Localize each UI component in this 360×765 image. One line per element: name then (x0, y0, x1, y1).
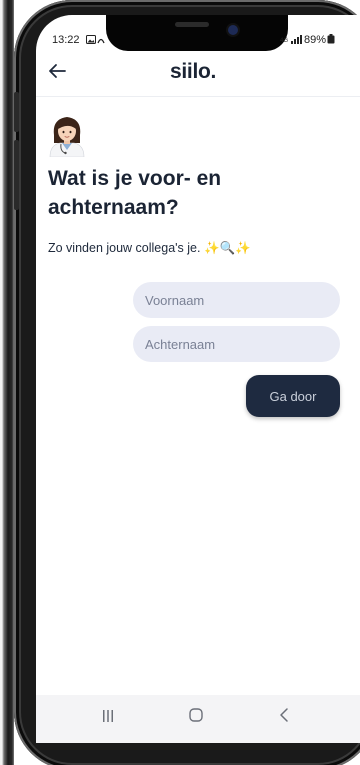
status-right: 4G 89% (280, 34, 335, 46)
speaker-grille (175, 22, 209, 27)
phone-left-edge (0, 0, 14, 765)
battery-icon (327, 34, 335, 44)
power-button (14, 140, 19, 210)
page-subtitle: Zo vinden jouw collega's je. ✨🔍✨ (48, 241, 251, 255)
siilo-logo: siilo. (170, 60, 217, 83)
page-title: Wat is je voor- en achternaam? (48, 167, 222, 219)
back-arrow-icon[interactable] (48, 60, 66, 84)
continue-button[interactable]: Ga door (246, 375, 340, 417)
first-name-input[interactable] (133, 282, 340, 318)
notification-icons (86, 35, 108, 48)
front-camera (228, 25, 238, 35)
notch (106, 15, 288, 51)
status-time: 13:22 (52, 34, 80, 46)
header-divider (36, 96, 360, 97)
doctor-avatar-icon (49, 117, 85, 157)
nav-back-icon[interactable] (264, 707, 304, 731)
recent-apps-icon[interactable] (88, 707, 128, 731)
battery-percent: 89% (304, 34, 327, 46)
volume-button (14, 92, 19, 132)
svg-text:4G: 4G (280, 38, 288, 44)
last-name-input[interactable] (133, 326, 340, 362)
home-icon[interactable] (176, 707, 216, 731)
signal-icon: 4G (280, 35, 302, 44)
android-nav-bar (36, 695, 360, 743)
gallery-icon (86, 35, 105, 44)
phone-screenshot: 13:22 4G 89% siilo. Wat is je voor- en a… (0, 0, 360, 765)
